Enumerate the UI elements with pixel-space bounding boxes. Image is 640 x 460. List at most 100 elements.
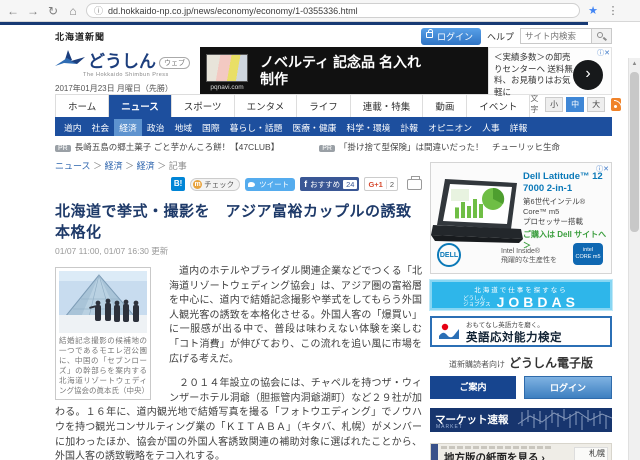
pr-badge: PR: [319, 145, 335, 152]
pr-link-1[interactable]: 長崎五島の郷土菓子 ごと芋かんころ餅！【47CLUB】: [75, 142, 280, 152]
subnav-science[interactable]: 科学・環境: [341, 119, 395, 136]
subnav-region[interactable]: 地域: [169, 119, 197, 136]
tab-entertainment[interactable]: エンタメ: [234, 94, 297, 117]
article-photo: [59, 271, 147, 333]
subnav-society[interactable]: 社会: [87, 119, 115, 136]
subnav-politics[interactable]: 政治: [142, 119, 170, 136]
denshiban-title: どうしん電子版: [509, 354, 593, 371]
subnav-international[interactable]: 国際: [197, 119, 225, 136]
dell-ad[interactable]: ⓘ✕: [430, 162, 612, 274]
home-icon[interactable]: ⌂: [66, 5, 80, 17]
article-photo-block: 結婚記念撮影の候補地の一つであるモエレ沼公園に、中国の「セブンローズ」の幹部らを…: [55, 267, 151, 400]
date-display: 2017年01月23日 月曜日（先勝）: [55, 83, 200, 94]
mixi-check-button[interactable]: mチェック: [190, 178, 240, 191]
browser-window: ← → ↻ ⌂ ⓘ dd.hokkaido-np.co.jp/news/econ…: [0, 0, 640, 460]
adchoices-icon[interactable]: ⓘ✕: [597, 48, 610, 58]
login-button[interactable]: ログイン: [421, 28, 481, 45]
regional-paper-banner[interactable]: 地方版の紙面を見る › 札幌: [430, 443, 612, 460]
search-icon: [597, 32, 603, 38]
breadcrumb-economy[interactable]: 経済: [105, 161, 123, 171]
page-viewport: 北海道新聞 ログイン ヘルプ: [0, 22, 628, 460]
top-ad-right[interactable]: ⓘ✕ ＜実績多数＞の卸売りセンターへ 送料無料、お見積りはお気軽に ›: [488, 47, 612, 95]
print-icon[interactable]: [407, 179, 422, 190]
scrollbar-thumb[interactable]: [630, 72, 639, 232]
jobdas-banner[interactable]: 北海道で仕事を探すなら どうしんジョブダス JOBDAS: [430, 280, 612, 310]
subnav-medical[interactable]: 医療・健康: [287, 119, 341, 136]
ad-arrow-icon[interactable]: ›: [573, 60, 603, 90]
market-report-banner[interactable]: マーケット速報 MARKET: [430, 408, 612, 432]
fontsize-small-button[interactable]: 小: [545, 97, 563, 112]
breadcrumb-economy2[interactable]: 経済: [137, 161, 155, 171]
scrollbar[interactable]: ▲: [628, 58, 640, 460]
forward-icon[interactable]: →: [26, 5, 40, 17]
googleplus-button[interactable]: G+12: [364, 177, 398, 191]
scrollbar-up-icon[interactable]: ▲: [629, 58, 640, 70]
eiken-wave-icon: [438, 323, 460, 341]
rss-icon[interactable]: [611, 98, 621, 111]
site-header: 北海道新聞 ログイン ヘルプ: [55, 27, 612, 45]
subnav-obituary[interactable]: 訃報: [395, 119, 423, 136]
browser-toolbar: ← → ↻ ⌂ ⓘ dd.hokkaido-np.co.jp/news/econ…: [0, 0, 640, 22]
mixi-icon: m: [193, 180, 202, 189]
facebook-icon: f: [304, 179, 307, 189]
article-timestamp: 01/07 11:00, 01/07 16:30 更新: [55, 245, 422, 257]
tweet-button[interactable]: ツイート: [245, 178, 295, 191]
tab-series[interactable]: 連載・特集: [350, 94, 423, 117]
tab-news[interactable]: ニュース: [108, 94, 171, 117]
jobdas-tagline: 北海道で仕事を探すなら: [432, 284, 610, 294]
pr-link-2[interactable]: 「掛け捨て型保険」は間違いだった！ チューリッヒ生命: [339, 142, 560, 152]
dell-logo-icon: DELL: [437, 243, 461, 267]
facebook-recommend-button[interactable]: fおすすめ24: [300, 177, 359, 191]
fontsize-medium-button[interactable]: 中: [566, 97, 584, 112]
page-top-border: [0, 22, 588, 25]
subnav-detail[interactable]: 詳報: [505, 119, 533, 136]
bookmark-star-icon[interactable]: ★: [586, 5, 600, 17]
search-button[interactable]: [591, 29, 611, 43]
article-body: 結婚記念撮影の候補地の一つであるモエレ沼公園に、中国の「セブンローズ」の幹部らを…: [55, 265, 422, 460]
eigo-kentei-banner[interactable]: おもてなし英語力を磨く。 英語応対能力検定: [430, 316, 612, 347]
top-ad-banner[interactable]: pqnavi.com ノベルティ 記念品 名入れ制作: [200, 47, 488, 95]
pr-badge: PR: [55, 145, 71, 152]
ad-brand: pqnavi.com: [210, 84, 243, 91]
facebook-count: 24: [343, 180, 357, 189]
pr-row: PR 長崎五島の郷土菓子 ごと芋かんころ餅！【47CLUB】 PR 「掛け捨て型保険…: [55, 141, 612, 153]
denshiban-login-button[interactable]: ログイン: [524, 376, 612, 399]
tab-home[interactable]: ホーム: [55, 94, 108, 117]
tab-sports[interactable]: スポーツ: [171, 94, 234, 117]
logo-text: どうしん: [88, 47, 156, 72]
eiken-title: 英語応対能力検定: [466, 329, 562, 345]
subnav-jinji[interactable]: 人事: [477, 119, 505, 136]
subnav-economy[interactable]: 経済: [114, 119, 142, 136]
market-subtitle: MARKET: [436, 424, 463, 430]
breadcrumb-news[interactable]: ニュース: [55, 161, 91, 171]
doshin-bird-icon: [55, 50, 85, 72]
search-input[interactable]: [521, 31, 591, 41]
back-icon[interactable]: ←: [6, 5, 20, 17]
subnav-opinion[interactable]: オピニオン: [423, 119, 477, 136]
hatena-bookmark-button[interactable]: B!: [171, 177, 185, 191]
twitter-bird-icon: [248, 182, 255, 187]
googleplus-count: 2: [386, 180, 394, 189]
browser-menu-icon[interactable]: ⋮: [606, 5, 620, 17]
fontsize-large-button[interactable]: 大: [587, 97, 605, 112]
subnav-life-topics[interactable]: 暮らし・話題: [225, 119, 288, 136]
regional-banner-region: 札幌: [574, 447, 608, 460]
subnav-dounai[interactable]: 道内: [59, 119, 87, 136]
page-info-icon[interactable]: ⓘ: [94, 4, 103, 17]
site-logo[interactable]: どうしん ウェブ The Hokkaido Shimbun Press 2017…: [55, 47, 200, 95]
denshiban-guide-button[interactable]: ご案内: [430, 376, 516, 399]
newspaper-texture: [441, 446, 551, 449]
url-bar[interactable]: ⓘ dd.hokkaido-np.co.jp/news/economy/econ…: [86, 3, 580, 18]
eiken-tagline: おもてなし英語力を磨く。: [466, 319, 562, 329]
lock-icon: [426, 32, 433, 38]
denshiban-prefix: 道新購読者向け: [449, 359, 505, 370]
site-name: 北海道新聞: [55, 30, 105, 43]
social-buttons: B! mチェック ツイート fおすすめ24 G+12: [55, 176, 422, 192]
help-link[interactable]: ヘルプ: [487, 30, 514, 43]
ad-right-text: ＜実績多数＞の卸売りセンターへ 送料無料、お見積りはお気軽に: [494, 52, 576, 98]
intel-core-badge-icon: intelCORE m5: [573, 243, 603, 265]
sub-nav: 道内 社会 経済 政治 地域 国際 暮らし・話題 医療・健康 科学・環境 訃報 …: [55, 119, 612, 136]
tab-life[interactable]: ライフ: [296, 94, 350, 117]
tab-video[interactable]: 動画: [422, 94, 466, 117]
reload-icon[interactable]: ↻: [46, 5, 60, 17]
